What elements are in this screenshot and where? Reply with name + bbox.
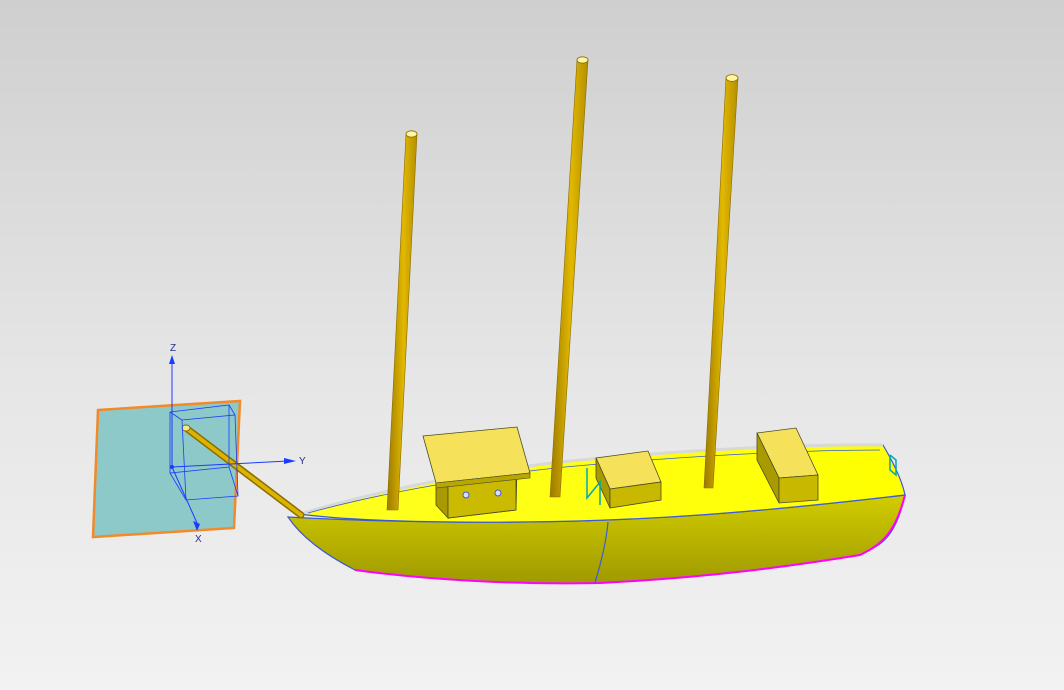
- fore-mast[interactable]: [386, 130, 418, 511]
- x-axis-label: X: [195, 534, 202, 545]
- ship-model-scene[interactable]: Z Y X: [0, 0, 1064, 690]
- midship-deckhouse[interactable]: [595, 450, 662, 509]
- porthole-icon: [494, 489, 502, 497]
- cad-graphics-viewport[interactable]: Z Y X: [0, 0, 1064, 690]
- z-axis-label: Z: [170, 343, 176, 354]
- forward-cabin[interactable]: [422, 426, 531, 520]
- main-mast[interactable]: [549, 56, 589, 498]
- y-axis-label: Y: [299, 456, 306, 467]
- datum-plane[interactable]: [91, 399, 242, 539]
- csys-origin: [170, 465, 174, 469]
- mizzen-mast[interactable]: [703, 74, 739, 489]
- porthole-icon: [462, 491, 470, 499]
